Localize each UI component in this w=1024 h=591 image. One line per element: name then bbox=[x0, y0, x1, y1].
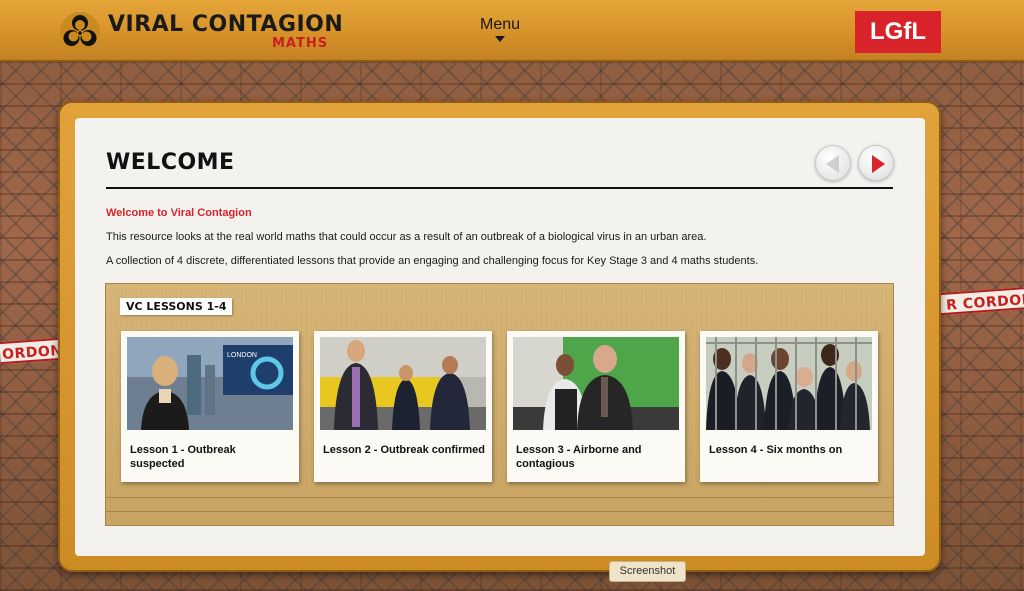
lesson-title: Lesson 1 - Outbreak suspected bbox=[130, 444, 236, 470]
intro-paragraph-2: A collection of 4 discrete, differentiat… bbox=[106, 255, 759, 267]
menu-button[interactable]: Menu bbox=[470, 16, 530, 42]
intro-paragraph-1: This resource looks at the real world ma… bbox=[106, 231, 707, 243]
lesson-3-thumbnail bbox=[513, 337, 679, 430]
previous-button[interactable] bbox=[815, 145, 851, 181]
board-divider bbox=[105, 511, 894, 512]
lesson-card-1[interactable]: LONDON Lesson 1 - Outbreak suspected bbox=[121, 331, 299, 482]
lesson-4-thumbnail bbox=[706, 337, 872, 430]
biohazard-icon bbox=[60, 12, 100, 52]
lesson-1-thumbnail: LONDON bbox=[127, 337, 293, 430]
lessons-label: VC LESSONS 1-4 bbox=[120, 298, 233, 315]
menu-label: Menu bbox=[479, 16, 521, 33]
lesson-title: Lesson 4 - Six months on bbox=[709, 444, 843, 456]
intro-heading: Welcome to Viral Contagion bbox=[106, 207, 252, 219]
lesson-2-thumbnail bbox=[320, 337, 486, 430]
partner-logo[interactable]: LGfL bbox=[855, 11, 941, 53]
lesson-card-4[interactable]: Lesson 4 - Six months on bbox=[700, 331, 878, 482]
title-divider bbox=[106, 187, 893, 189]
lesson-title: Lesson 2 - Outbreak confirmed bbox=[323, 444, 485, 456]
board-divider bbox=[105, 497, 894, 498]
screenshot-tooltip: Screenshot bbox=[609, 561, 686, 582]
header-bar: VIRAL CONTAGION MATHS Menu LGfL bbox=[0, 0, 1024, 62]
next-button[interactable] bbox=[858, 145, 894, 181]
caret-down-icon bbox=[495, 36, 505, 42]
cordon-tape-left: ORDON bbox=[0, 337, 61, 365]
thumbnail-caption: LONDON bbox=[227, 352, 257, 359]
site-logo[interactable]: VIRAL CONTAGION MATHS bbox=[58, 8, 348, 56]
page-title: WELCOME bbox=[106, 150, 235, 175]
lesson-card-2[interactable]: Lesson 2 - Outbreak confirmed bbox=[314, 331, 492, 482]
lesson-title: Lesson 3 - Airborne and contagious bbox=[516, 444, 642, 470]
logo-subtitle: MATHS bbox=[272, 36, 329, 51]
triangle-left-icon bbox=[826, 155, 839, 173]
lesson-card-3[interactable]: Lesson 3 - Airborne and contagious bbox=[507, 331, 685, 482]
logo-title: VIRAL CONTAGION bbox=[108, 12, 344, 37]
triangle-right-icon bbox=[872, 155, 885, 173]
